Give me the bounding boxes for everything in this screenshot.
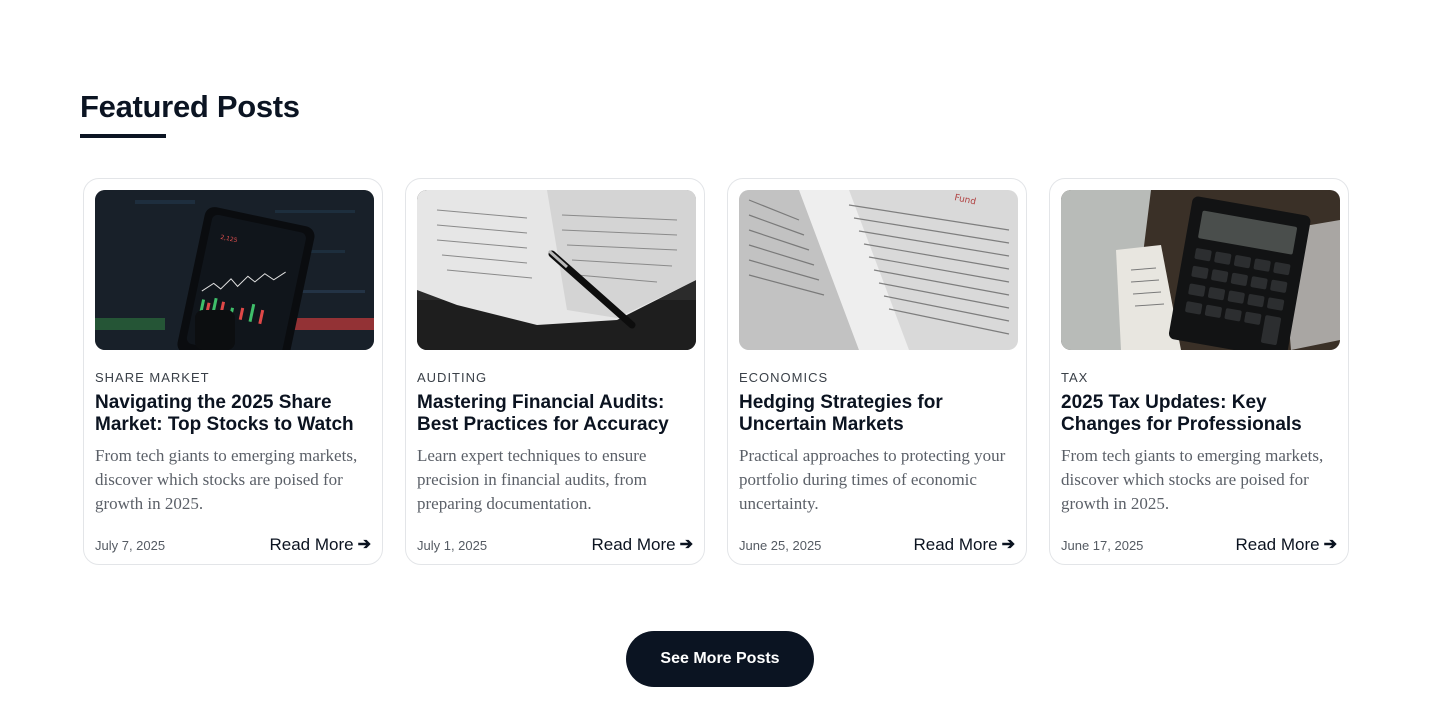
- post-category: ECONOMICS: [739, 370, 829, 385]
- post-excerpt: From tech giants to emerging markets, di…: [1061, 446, 1324, 513]
- arrow-right-icon: ➔: [1001, 536, 1015, 553]
- read-more-label: Read More: [269, 535, 354, 554]
- posts-grid: 2,125 SHARE MARKET Navigating the 2025 S…: [83, 178, 1349, 565]
- post-card[interactable]: 2,125 SHARE MARKET Navigating the 2025 S…: [83, 178, 383, 565]
- arrow-right-icon: ➔: [679, 536, 693, 553]
- post-date: June 17, 2025: [1061, 538, 1144, 553]
- read-more-link[interactable]: Read More ➔: [269, 535, 371, 555]
- post-image-calculator[interactable]: [1061, 190, 1340, 350]
- post-excerpt: Practical approaches to protecting your …: [739, 446, 1006, 513]
- post-title[interactable]: Hedging Strategies for Uncertain Markets: [739, 392, 1021, 436]
- read-more-label: Read More: [1235, 535, 1320, 554]
- read-more-label: Read More: [913, 535, 998, 554]
- post-date: July 1, 2025: [417, 538, 488, 553]
- post-date: July 7, 2025: [95, 538, 166, 553]
- read-more-link[interactable]: Read More ➔: [591, 535, 693, 555]
- title-underline: [80, 134, 166, 138]
- post-image-stock-trading[interactable]: 2,125: [95, 190, 374, 350]
- post-card[interactable]: TAX 2025 Tax Updates: Key Changes for Pr…: [1049, 178, 1349, 565]
- post-title[interactable]: Navigating the 2025 Share Market: Top St…: [95, 392, 377, 436]
- post-date: June 25, 2025: [739, 538, 822, 553]
- section-title: Featured Posts: [80, 89, 300, 124]
- post-category: TAX: [1061, 370, 1089, 385]
- post-excerpt: Learn expert techniques to ensure precis…: [417, 446, 647, 513]
- read-more-link[interactable]: Read More ➔: [1235, 535, 1337, 555]
- post-category: AUDITING: [417, 370, 488, 385]
- post-card[interactable]: Fund ECONOMICS Hedging Strategies for Un…: [727, 178, 1027, 565]
- read-more-link[interactable]: Read More ➔: [913, 535, 1015, 555]
- post-category: SHARE MARKET: [95, 370, 210, 385]
- post-title[interactable]: Mastering Financial Audits: Best Practic…: [417, 392, 699, 436]
- post-title[interactable]: 2025 Tax Updates: Key Changes for Profes…: [1061, 392, 1343, 436]
- post-image-audit[interactable]: [417, 190, 696, 350]
- post-image-newspaper[interactable]: Fund: [739, 190, 1018, 350]
- arrow-right-icon: ➔: [357, 536, 371, 553]
- arrow-right-icon: ➔: [1323, 536, 1337, 553]
- see-more-posts-button[interactable]: See More Posts: [626, 631, 814, 687]
- read-more-label: Read More: [591, 535, 676, 554]
- post-card[interactable]: AUDITING Mastering Financial Audits: Bes…: [405, 178, 705, 565]
- post-excerpt: From tech giants to emerging markets, di…: [95, 446, 358, 513]
